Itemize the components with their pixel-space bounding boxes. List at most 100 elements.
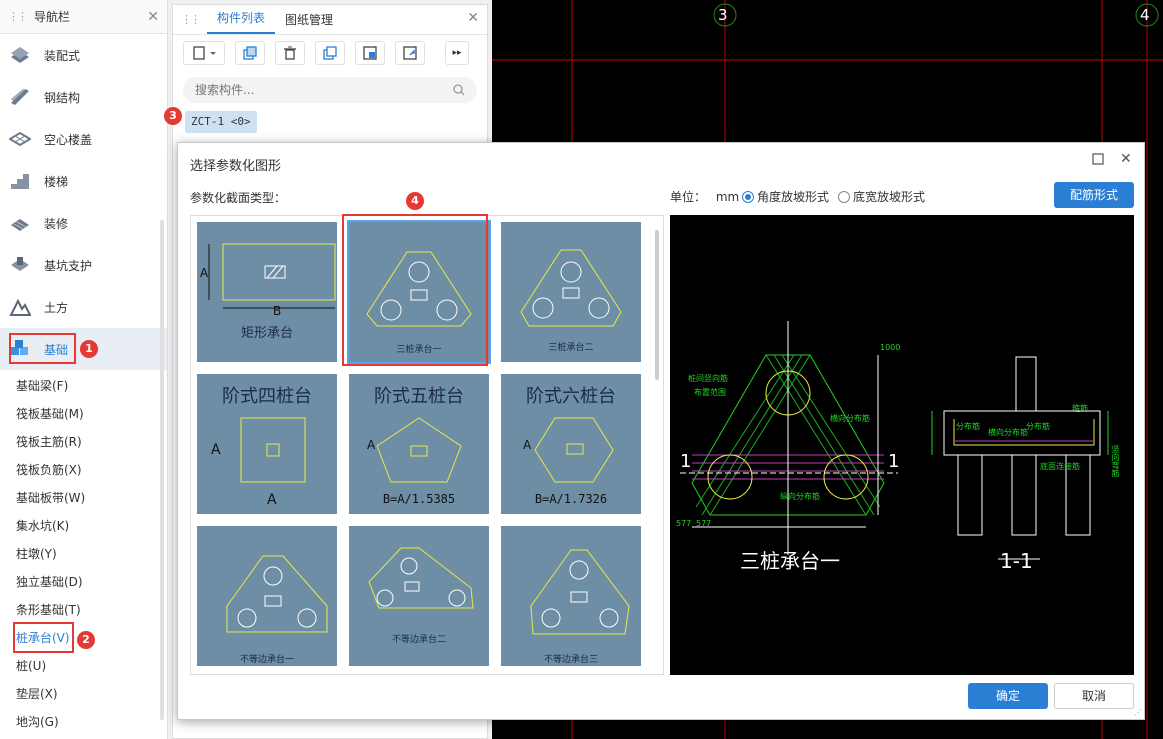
close-icon[interactable]: ✕ xyxy=(147,9,159,25)
component-item-zct1[interactable]: ZCT-1 <0> xyxy=(185,111,257,133)
radio-unselected-icon[interactable] xyxy=(838,191,850,203)
shape-unequal-cap-2[interactable]: 不等边承台二 xyxy=(349,526,489,666)
navigation-panel: ⋮⋮ 导航栏 ✕ 装配式 钢结构 空心楼盖 楼梯 装修 基坑支护 土方 基础 基… xyxy=(0,0,168,739)
shape-unequal-cap-3[interactable]: 不等边承台三 xyxy=(501,526,641,666)
nav-subitem[interactable]: 条形基础(T) xyxy=(0,596,167,624)
drag-grip-icon[interactable]: ⋮⋮ xyxy=(8,10,28,23)
copy-component-button[interactable] xyxy=(235,41,265,65)
nav-category-decoration[interactable]: 装修 xyxy=(0,202,167,244)
shape-caption: 不等边承台二 xyxy=(391,635,446,645)
shape-stepped-five-pile[interactable]: 阶式五桩台 A B=A/1.5385 xyxy=(349,374,489,514)
prefab-icon xyxy=(8,44,32,66)
nav-header: ⋮⋮ 导航栏 ✕ xyxy=(0,0,167,34)
nav-category-label: 钢结构 xyxy=(44,90,81,105)
nav-subitem[interactable]: 桩(U) xyxy=(0,652,167,680)
annotation: 底面连接筋 xyxy=(1040,462,1080,471)
unit-label: 单位： mm xyxy=(670,188,739,205)
close-icon[interactable]: ✕ xyxy=(467,10,479,26)
shape-stepped-six-pile[interactable]: 阶式六桩台 A B=A/1.7326 xyxy=(501,374,641,514)
component-search[interactable] xyxy=(183,77,477,103)
decoration-icon xyxy=(8,212,32,234)
shape-three-pile-cap-1[interactable]: 三桩承台一 xyxy=(347,220,491,364)
shape-grid: A B 矩形承台 三桩承台一 三桩承台二 阶式四桩台 A A 阶式五桩台 A B… xyxy=(190,215,664,675)
shape-stepped-four-pile[interactable]: 阶式四桩台 A A xyxy=(197,374,337,514)
new-component-button[interactable] xyxy=(183,41,225,65)
double-chevron-right-icon: ▸▸ xyxy=(452,48,462,58)
export-component-button[interactable] xyxy=(395,41,425,65)
dim-b-label: A xyxy=(267,492,277,508)
dialog-title: 选择参数化图形 xyxy=(190,159,282,174)
nav-category-prefab[interactable]: 装配式 xyxy=(0,34,167,76)
annotation: 竖向弯筋 xyxy=(1111,445,1120,477)
nav-scrollbar[interactable] xyxy=(160,220,164,720)
nav-subitem[interactable]: 集水坑(K) xyxy=(0,512,167,540)
close-icon[interactable]: ✕ xyxy=(1120,151,1132,167)
nav-category-label: 基坑支护 xyxy=(44,258,93,273)
step-badge-3: 3 xyxy=(164,107,182,125)
section-mark-left: 1 xyxy=(680,451,692,472)
ok-button[interactable]: 确定 xyxy=(968,683,1048,709)
copy-layers-icon xyxy=(323,46,337,60)
annotation: 分布筋 xyxy=(956,422,980,431)
dim-a-label: A xyxy=(367,438,376,452)
component-toolbar: ▸▸ xyxy=(173,35,487,71)
import-component-button[interactable] xyxy=(355,41,385,65)
tab-drawing-management[interactable]: 图纸管理 xyxy=(275,11,343,34)
copy-to-floor-button[interactable] xyxy=(315,41,345,65)
preview-drawing xyxy=(680,321,1109,560)
more-tools-button[interactable]: ▸▸ xyxy=(445,41,469,65)
nav-category-earthwork[interactable]: 土方 xyxy=(0,286,167,328)
unit-caption: 单位： xyxy=(670,190,707,204)
nav-category-foundation-pit[interactable]: 基坑支护 xyxy=(0,244,167,286)
nav-subitem[interactable]: 筏板负筋(X) xyxy=(0,456,167,484)
nav-subitem[interactable]: 垫层(X) xyxy=(0,680,167,708)
nav-subitem[interactable]: 独立基础(D) xyxy=(0,568,167,596)
radio-angle-slope[interactable]: 角度放坡形式 xyxy=(742,188,829,205)
nav-subitem[interactable]: 地沟(G) xyxy=(0,708,167,736)
tab-component-list[interactable]: 构件列表 xyxy=(207,9,276,34)
annotation: 箍筋 xyxy=(1072,404,1088,413)
radio-selected-icon[interactable] xyxy=(742,191,754,203)
three-pile-cap-1-diagram xyxy=(366,251,472,327)
parametric-shape-dialog: 选择参数化图形 ✕ 参数化截面类型： 单位： mm 角度放坡形式 底宽放坡形式 … xyxy=(177,142,1145,720)
earthwork-icon xyxy=(8,296,32,318)
radio-width-slope[interactable]: 底宽放坡形式 xyxy=(838,188,925,205)
rebar-form-button[interactable]: 配筋形式 xyxy=(1054,182,1134,208)
search-icon[interactable] xyxy=(453,84,465,96)
nav-subitem[interactable]: 柱墩(Y) xyxy=(0,540,167,568)
dim-a-label: A xyxy=(523,438,532,452)
nav-subitem[interactable]: 基础梁(F) xyxy=(0,372,167,400)
delete-component-button[interactable] xyxy=(275,41,305,65)
step-badge-2: 2 xyxy=(77,631,95,649)
stairs-icon xyxy=(8,170,32,192)
nav-category-label: 基础 xyxy=(44,342,69,357)
search-input[interactable] xyxy=(195,83,453,97)
shape-three-pile-cap-2[interactable]: 三桩承台二 xyxy=(501,222,641,362)
shape-preview: 三桩承台一 1-1 1 1 577 577 1000 桩间竖向筋 布置范围 横向… xyxy=(670,215,1134,675)
nav-subitem[interactable]: 筏板主筋(R) xyxy=(0,428,167,456)
nav-category-hollow-slab[interactable]: 空心楼盖 xyxy=(0,118,167,160)
export-icon xyxy=(403,46,417,60)
rect-cap-diagram xyxy=(208,243,336,309)
nav-subitem[interactable]: 基础板带(W) xyxy=(0,484,167,512)
nav-category-steel[interactable]: 钢结构 xyxy=(0,76,167,118)
shape-grid-scrollbar[interactable] xyxy=(655,230,659,380)
dim-a-label: A xyxy=(211,442,221,458)
shape-caption: 三桩承台一 xyxy=(396,345,442,355)
annotation: 布置范围 xyxy=(694,388,726,397)
nav-category-stairs[interactable]: 楼梯 xyxy=(0,160,167,202)
preview-title: 三桩承台一 xyxy=(740,549,840,573)
shape-caption: 阶式六桩台 xyxy=(526,386,616,407)
drag-grip-icon[interactable]: ⋮⋮ xyxy=(181,13,201,26)
resize-grip-icon[interactable]: ⋰ xyxy=(1134,708,1142,717)
maximize-icon[interactable] xyxy=(1092,153,1104,169)
annotation: 横向分布筋 xyxy=(988,428,1028,437)
shape-unequal-cap-1[interactable]: 不等边承台一 xyxy=(197,526,337,666)
cancel-button[interactable]: 取消 xyxy=(1054,683,1134,709)
nav-category-label: 装配式 xyxy=(44,48,81,63)
new-file-icon xyxy=(193,46,216,60)
shape-rect-cap[interactable]: A B 矩形承台 xyxy=(197,222,337,362)
component-tabs: ⋮⋮ 构件列表 图纸管理 ✕ xyxy=(173,5,487,35)
nav-category-label: 空心楼盖 xyxy=(44,132,93,147)
nav-subitem[interactable]: 筏板基础(M) xyxy=(0,400,167,428)
